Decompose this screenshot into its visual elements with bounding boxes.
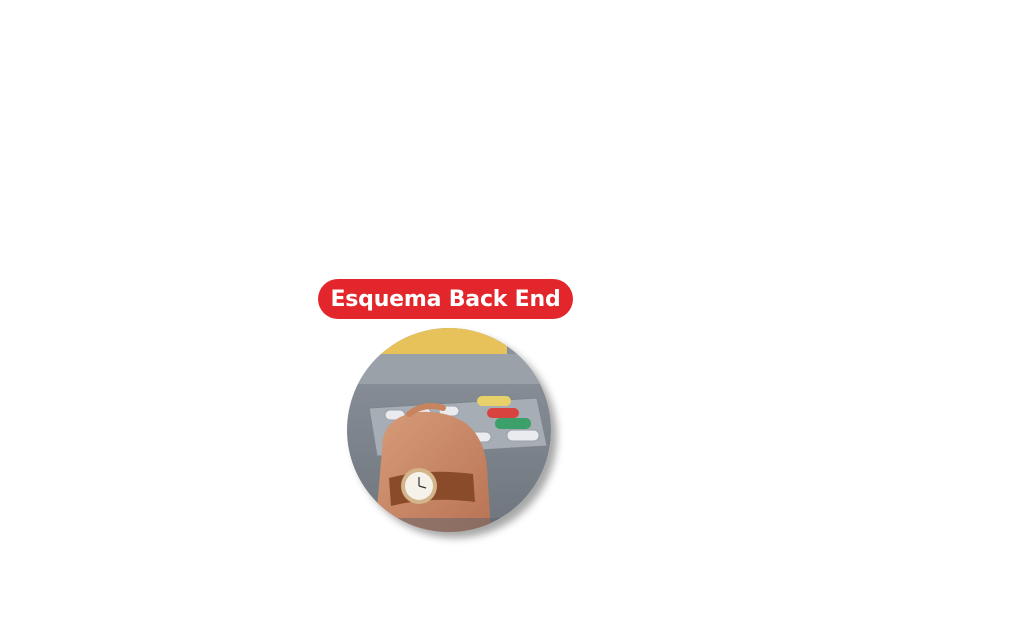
- slide-canvas: Esquema Back End: [0, 0, 1024, 620]
- atm-keypad-illustration: [347, 328, 551, 532]
- atm-keypad-photo: [347, 328, 551, 532]
- section-title-badge: Esquema Back End: [318, 279, 573, 319]
